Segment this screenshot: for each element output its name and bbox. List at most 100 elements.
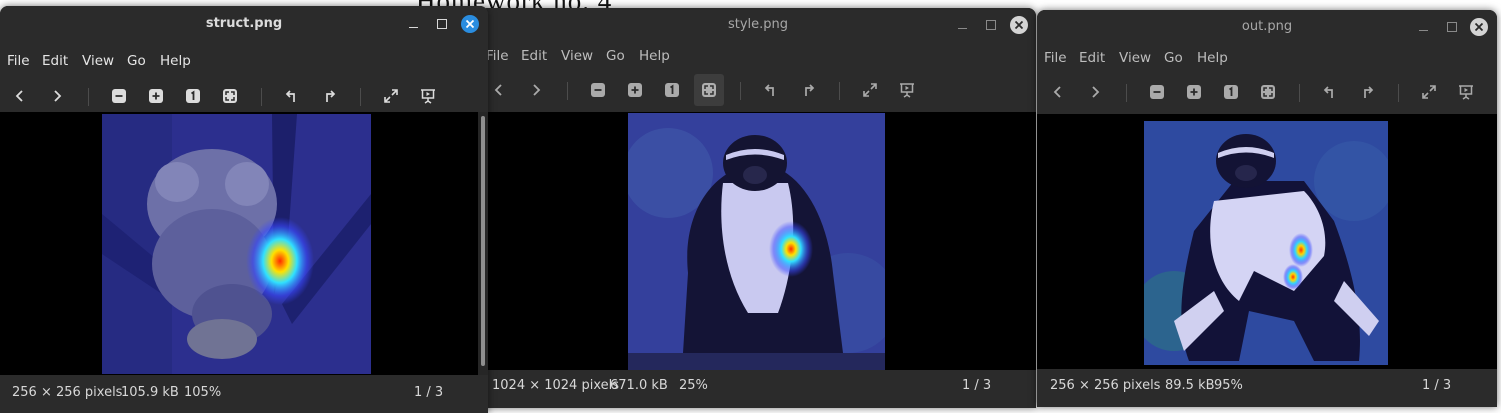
previous-button[interactable]	[5, 80, 35, 112]
fullscreen-button[interactable]	[855, 74, 885, 106]
close-button[interactable]	[1010, 16, 1028, 34]
zoom-one-icon	[665, 83, 679, 97]
previous-icon	[1053, 86, 1061, 98]
menu-view[interactable]: View	[561, 48, 593, 64]
statusbar: 1024 × 1024 pixels 671.0 kB 25% 1 / 3	[480, 370, 1036, 408]
titlebar[interactable]: struct.png	[0, 6, 488, 42]
close-button[interactable]	[1470, 18, 1488, 36]
fullscreen-icon	[384, 89, 398, 103]
toolbar-separator	[88, 88, 89, 106]
previous-icon	[15, 90, 23, 102]
previous-button[interactable]	[484, 74, 514, 106]
toolbar-separator	[1126, 84, 1127, 102]
maximize-button[interactable]	[1443, 18, 1461, 36]
menu-edit[interactable]: Edit	[42, 53, 68, 69]
rotate-right-icon	[805, 84, 815, 96]
image-viewport[interactable]	[480, 112, 1036, 370]
viewer-window-out: out.png File Edit View Go Help 256 × 256…	[1037, 10, 1497, 407]
minimize-button[interactable]	[1415, 18, 1433, 36]
menu-file[interactable]: File	[1044, 50, 1067, 66]
fullscreen-button[interactable]	[1414, 76, 1444, 108]
next-button[interactable]	[521, 74, 551, 106]
page-position: 1 / 3	[962, 378, 992, 393]
menu-edit[interactable]: Edit	[521, 48, 547, 64]
statusbar: 256 × 256 pixels 89.5 kB 95% 1 / 3	[1037, 369, 1497, 407]
zoom-out-button[interactable]	[1142, 76, 1172, 108]
menu-help[interactable]: Help	[160, 53, 191, 69]
maximize-button[interactable]	[433, 15, 451, 33]
fullscreen-icon	[1422, 85, 1436, 99]
rotate-left-icon	[1323, 86, 1333, 98]
menu-file[interactable]: File	[7, 53, 30, 69]
menu-go[interactable]: Go	[1164, 50, 1183, 66]
zoom-in-button[interactable]	[620, 74, 650, 106]
fullscreen-button[interactable]	[376, 80, 406, 112]
slideshow-button[interactable]	[892, 74, 922, 106]
toolbar-separator	[839, 82, 840, 100]
menu-go[interactable]: Go	[606, 48, 625, 64]
rotate-left-icon	[764, 84, 774, 96]
menu-edit[interactable]: Edit	[1079, 50, 1105, 66]
minimize-button[interactable]	[405, 15, 423, 33]
zoom-in-icon	[628, 83, 642, 97]
next-button[interactable]	[42, 80, 72, 112]
zoom-out-button[interactable]	[104, 80, 134, 112]
titlebar[interactable]: out.png	[1037, 10, 1497, 46]
rotate-left-icon	[285, 90, 295, 102]
file-size: 671.0 kB	[610, 378, 668, 393]
zoom-fit-button[interactable]	[694, 74, 724, 106]
rotate-left-button[interactable]	[756, 74, 786, 106]
menu-file[interactable]: File	[486, 48, 509, 64]
zoom-level: 105%	[184, 385, 222, 400]
zoom-fit-icon	[702, 83, 716, 97]
toolbar	[1037, 76, 1497, 108]
menu-go[interactable]: Go	[127, 53, 146, 69]
scrollbar-thumb[interactable]	[481, 116, 485, 366]
rotate-right-button[interactable]	[1352, 76, 1382, 108]
rotate-left-button[interactable]	[277, 80, 307, 112]
out-heatmap-image	[1144, 121, 1388, 365]
maximize-button[interactable]	[982, 16, 1000, 34]
vertical-scrollbar[interactable]	[478, 112, 488, 375]
previous-button[interactable]	[1043, 76, 1073, 108]
slideshow-icon	[421, 89, 435, 104]
rotate-left-button[interactable]	[1315, 76, 1345, 108]
menu-help[interactable]: Help	[639, 48, 670, 64]
zoom-fit-button[interactable]	[1253, 76, 1283, 108]
image-viewport[interactable]	[1037, 114, 1497, 369]
menu-view[interactable]: View	[1119, 50, 1151, 66]
viewer-window-struct: struct.png File Edit View Go Help 256 × …	[0, 6, 488, 413]
statusbar: 256 × 256 pixels 105.9 kB 105% 1 / 3	[0, 375, 488, 413]
rotate-right-button[interactable]	[314, 80, 344, 112]
titlebar[interactable]: style.png	[480, 8, 1036, 44]
close-icon	[1015, 21, 1023, 29]
toolbar-separator	[360, 88, 361, 106]
toolbar-separator	[567, 82, 568, 100]
zoom-out-button[interactable]	[583, 74, 613, 106]
zoom-level: 25%	[679, 378, 708, 393]
slideshow-button[interactable]	[1451, 76, 1481, 108]
slideshow-button[interactable]	[413, 80, 443, 112]
close-button[interactable]	[461, 15, 479, 33]
rotate-right-button[interactable]	[793, 74, 823, 106]
menu-view[interactable]: View	[82, 53, 114, 69]
rotate-right-icon	[326, 90, 336, 102]
next-icon	[54, 90, 62, 102]
style-heatmap-image	[628, 113, 885, 370]
zoom-fit-icon	[223, 89, 237, 103]
next-button[interactable]	[1080, 76, 1110, 108]
menubar: File Edit View Go Help	[0, 50, 488, 72]
zoom-one-button[interactable]	[1216, 76, 1246, 108]
slideshow-icon	[1459, 85, 1473, 100]
zoom-in-button[interactable]	[141, 80, 171, 112]
viewer-window-style: style.png File Edit View Go Help 1024 × …	[480, 8, 1036, 408]
zoom-one-button[interactable]	[657, 74, 687, 106]
zoom-fit-button[interactable]	[215, 80, 245, 112]
zoom-in-button[interactable]	[1179, 76, 1209, 108]
menu-help[interactable]: Help	[1197, 50, 1228, 66]
file-size: 89.5 kB	[1165, 378, 1215, 393]
image-viewport[interactable]	[0, 112, 488, 375]
minimize-button[interactable]	[954, 16, 972, 34]
toolbar-separator	[261, 88, 262, 106]
zoom-one-button[interactable]	[178, 80, 208, 112]
